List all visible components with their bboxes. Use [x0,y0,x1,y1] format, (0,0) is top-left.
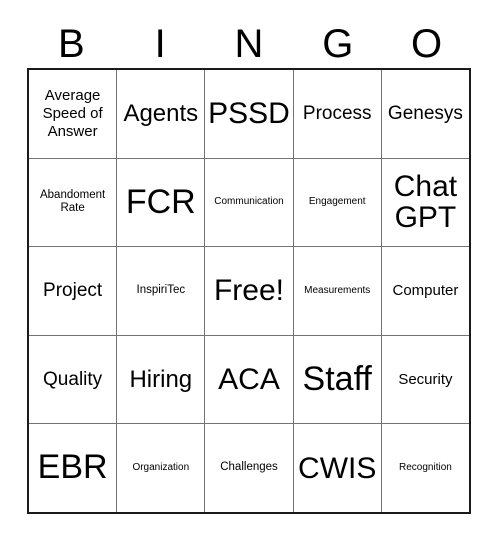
bingo-grid: Average Speed of Answer Agents PSSD Process… [27,68,471,514]
bingo-free-space-cell[interactable]: Free! [205,247,294,335]
bingo-cell[interactable]: Communication [205,158,294,247]
bingo-cell[interactable]: CWIS [293,424,382,512]
bingo-cell[interactable]: ACA [205,335,294,424]
bingo-cell[interactable]: Computer [381,247,470,335]
bingo-row: Quality Hiring ACA Staff Security [29,335,470,425]
bingo-cell-label: Process [302,103,372,125]
header-letter-o: O [411,22,443,66]
bingo-cell-label: EBR [37,448,108,487]
bingo-row: Average Speed of Answer Agents PSSD Process… [29,70,470,159]
bingo-card: B I N G O Average Speed of Answer Agents P… [0,0,500,544]
bingo-cell-label: FCR [125,182,196,221]
bingo-cell-label: CWIS [298,451,377,485]
bingo-cell-label: Computer [392,282,459,300]
bingo-header-letters: B I N G O [27,20,471,68]
bingo-cell-label: ACA [218,362,280,396]
bingo-cell-label: Hiring [129,365,193,393]
bingo-cell-label: Average Speed of Answer [42,87,103,140]
bingo-cell[interactable]: Measurements [293,247,382,335]
header-letter-i: I [154,22,166,66]
bingo-cell-label: Genesys [387,103,463,125]
bingo-cell[interactable]: Project [29,247,118,335]
bingo-cell[interactable]: Staff [293,335,382,424]
bingo-cell-label: Abandoment Rate [39,188,106,215]
bingo-cell-label: Chat GPT [393,170,458,235]
bingo-cell[interactable]: Process [293,70,382,158]
bingo-row: Project InspiriTec Free! Measurements Comput… [29,247,470,336]
bingo-cell[interactable]: Chat GPT [381,158,470,247]
bingo-cell-label: Communication [214,196,284,208]
bingo-cell-label: Agents [123,100,199,128]
bingo-cell[interactable]: Abandoment Rate [29,158,118,247]
bingo-cell-label: Security [398,370,453,388]
bingo-row: Abandoment Rate FCR Communication Engagemen… [29,158,470,248]
bingo-cell-label: Recognition [399,462,452,474]
bingo-cell-label: Project [43,280,103,302]
bingo-cell-label: Engagement [308,196,366,208]
bingo-cell[interactable]: Average Speed of Answer [29,70,118,158]
header-letter-g: G [322,22,354,66]
bingo-cell[interactable]: Organization [117,424,206,512]
bingo-cell-label: Measurements [304,284,371,296]
bingo-cell-label: InspiriTec [136,284,186,297]
header-letter-n: N [234,22,264,66]
bingo-cell[interactable]: Recognition [381,424,470,512]
bingo-cell[interactable]: Challenges [205,424,294,512]
bingo-cell-label: Challenges [220,461,278,474]
bingo-row: EBR Organization Challenges CWIS Recognition [29,424,470,512]
bingo-cell[interactable]: Engagement [293,158,382,247]
bingo-cell[interactable]: InspiriTec [117,247,206,335]
bingo-cell-label: PSSD [208,97,290,131]
bingo-cell-label: Free! [213,274,285,308]
bingo-cell-label: Organization [132,462,190,474]
bingo-cell[interactable]: FCR [117,158,206,247]
bingo-cell[interactable]: Quality [29,335,118,424]
bingo-cell-label: Quality [43,368,103,390]
bingo-cell[interactable]: Security [381,335,470,424]
bingo-cell[interactable]: Hiring [117,335,206,424]
header-letter-b: B [58,22,85,66]
bingo-cell[interactable]: Agents [117,70,206,158]
bingo-cell[interactable]: EBR [29,424,118,512]
bingo-cell[interactable]: Genesys [381,70,470,158]
bingo-cell[interactable]: PSSD [205,70,294,158]
bingo-cell-label: Staff [302,359,372,398]
